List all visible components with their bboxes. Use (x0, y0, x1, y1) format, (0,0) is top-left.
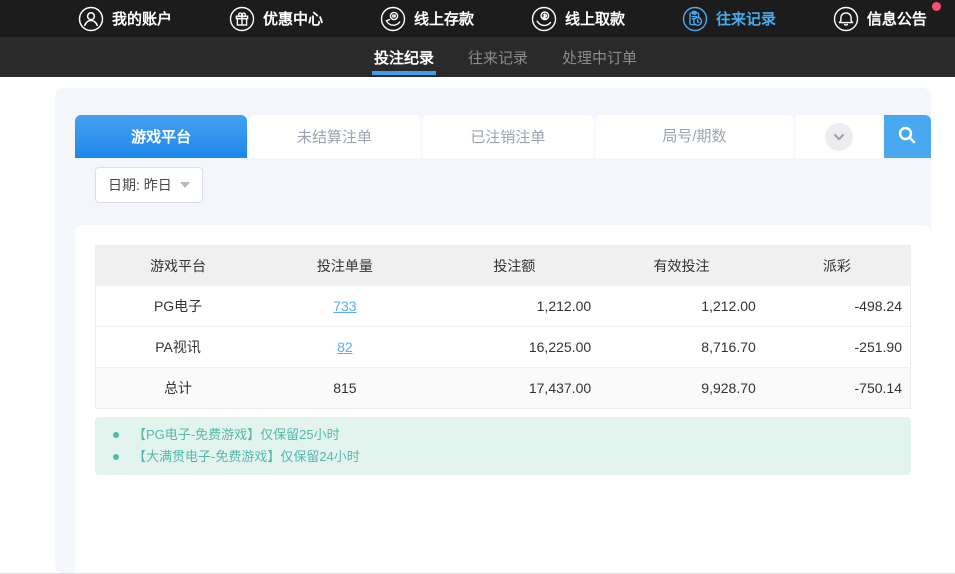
table-row: PG电子 733 1,212.00 1,212.00 -498.24 (96, 286, 911, 327)
deposit-hand-coin-icon (380, 6, 406, 32)
subnav-processing-orders[interactable]: 处理中订单 (562, 37, 637, 77)
sub-navigation: 投注纪录 往来记录 处理中订单 (0, 37, 955, 77)
filter-tab-row: 游戏平台 未结算注单 已注销注单 (75, 115, 931, 158)
nav-item-label: 我的账户 (112, 8, 172, 29)
caret-down-icon (180, 182, 190, 188)
records-clipboard-clock-icon (682, 6, 708, 32)
tab-game-platform[interactable]: 游戏平台 (75, 115, 247, 158)
platform-cell: PG电子 (96, 286, 261, 327)
main-panel: 游戏平台 未结算注单 已注销注单 日期: 昨日 (55, 88, 931, 573)
withdraw-hand-coin-icon (531, 6, 557, 32)
total-valid-cell: 9,928.70 (599, 368, 764, 409)
valid-bet-cell: 8,716.70 (599, 327, 764, 368)
notice-item: 【大满贯电子-免费游戏】仅保留24小时 (113, 446, 893, 468)
bell-icon (833, 6, 859, 32)
user-icon (78, 6, 104, 32)
date-filter-dropdown[interactable]: 日期: 昨日 (95, 167, 203, 203)
table-header-row: 游戏平台 投注单量 投注额 有效投注 派彩 (96, 246, 911, 286)
nav-transaction-records[interactable]: 往来记录 (682, 6, 792, 32)
tab-cancelled-bets[interactable]: 已注销注单 (422, 115, 594, 158)
nav-item-label: 往来记录 (716, 8, 776, 29)
chevron-down-icon (825, 123, 853, 151)
table-total-row: 总计 815 17,437.00 9,928.70 -750.14 (96, 368, 911, 409)
expand-dropdown[interactable] (795, 115, 883, 158)
nav-item-label: 线上存款 (414, 8, 474, 29)
subnav-transaction-records[interactable]: 往来记录 (468, 37, 528, 77)
total-payout-cell: -750.14 (764, 368, 911, 409)
nav-item-label: 线上取款 (565, 8, 625, 29)
total-label-cell: 总计 (96, 368, 261, 409)
payout-cell: -251.90 (764, 327, 911, 368)
col-header-bet-amount: 投注额 (430, 246, 600, 286)
notification-dot (932, 2, 941, 11)
gift-icon (229, 6, 255, 32)
col-header-valid-bet: 有效投注 (599, 246, 764, 286)
platform-cell: PA视讯 (96, 327, 261, 368)
nav-deposit[interactable]: 线上存款 (380, 6, 490, 32)
valid-bet-cell: 1,212.00 (599, 286, 764, 327)
total-bet-cell: 17,437.00 (430, 368, 600, 409)
col-header-payout: 派彩 (764, 246, 911, 286)
date-filter-label: 日期: 昨日 (108, 175, 172, 195)
nav-withdraw[interactable]: 线上取款 (531, 6, 641, 32)
subnav-item-label: 往来记录 (468, 47, 528, 68)
notice-item: 【PG电子-免费游戏】仅保留25小时 (113, 424, 893, 446)
nav-promotions[interactable]: 优惠中心 (229, 6, 339, 32)
bet-count-link[interactable]: 733 (333, 298, 356, 314)
nav-item-label: 信息公告 (867, 8, 927, 29)
subnav-betting-records[interactable]: 投注纪录 (374, 37, 434, 77)
top-navigation: 我的账户 优惠中心 线上存款 (0, 0, 955, 37)
table-row: PA视讯 82 16,225.00 8,716.70 -251.90 (96, 327, 911, 368)
total-count-cell: 815 (260, 368, 430, 409)
search-button[interactable] (884, 115, 931, 158)
bet-amount-cell: 16,225.00 (430, 327, 600, 368)
nav-item-label: 优惠中心 (263, 8, 323, 29)
round-number-input[interactable] (595, 115, 794, 158)
search-icon (896, 124, 918, 149)
bet-amount-cell: 1,212.00 (430, 286, 600, 327)
nav-my-account[interactable]: 我的账户 (78, 6, 188, 32)
bet-summary-table: 游戏平台 投注单量 投注额 有效投注 派彩 PG电子 733 1,212.00 … (95, 245, 911, 409)
payout-cell: -498.24 (764, 286, 911, 327)
col-header-platform: 游戏平台 (96, 246, 261, 286)
report-card: 游戏平台 投注单量 投注额 有效投注 派彩 PG电子 733 1,212.00 … (75, 225, 931, 573)
col-header-bet-count: 投注单量 (260, 246, 430, 286)
nav-announcements[interactable]: 信息公告 (833, 6, 943, 32)
subnav-item-label: 处理中订单 (562, 47, 637, 68)
subnav-item-label: 投注纪录 (374, 47, 434, 68)
tab-unsettled-bets[interactable]: 未结算注单 (248, 115, 420, 158)
active-tab-underline (372, 71, 436, 75)
notice-box: 【PG电子-免费游戏】仅保留25小时 【大满贯电子-免费游戏】仅保留24小时 (95, 417, 911, 475)
bet-count-link[interactable]: 82 (337, 339, 353, 355)
